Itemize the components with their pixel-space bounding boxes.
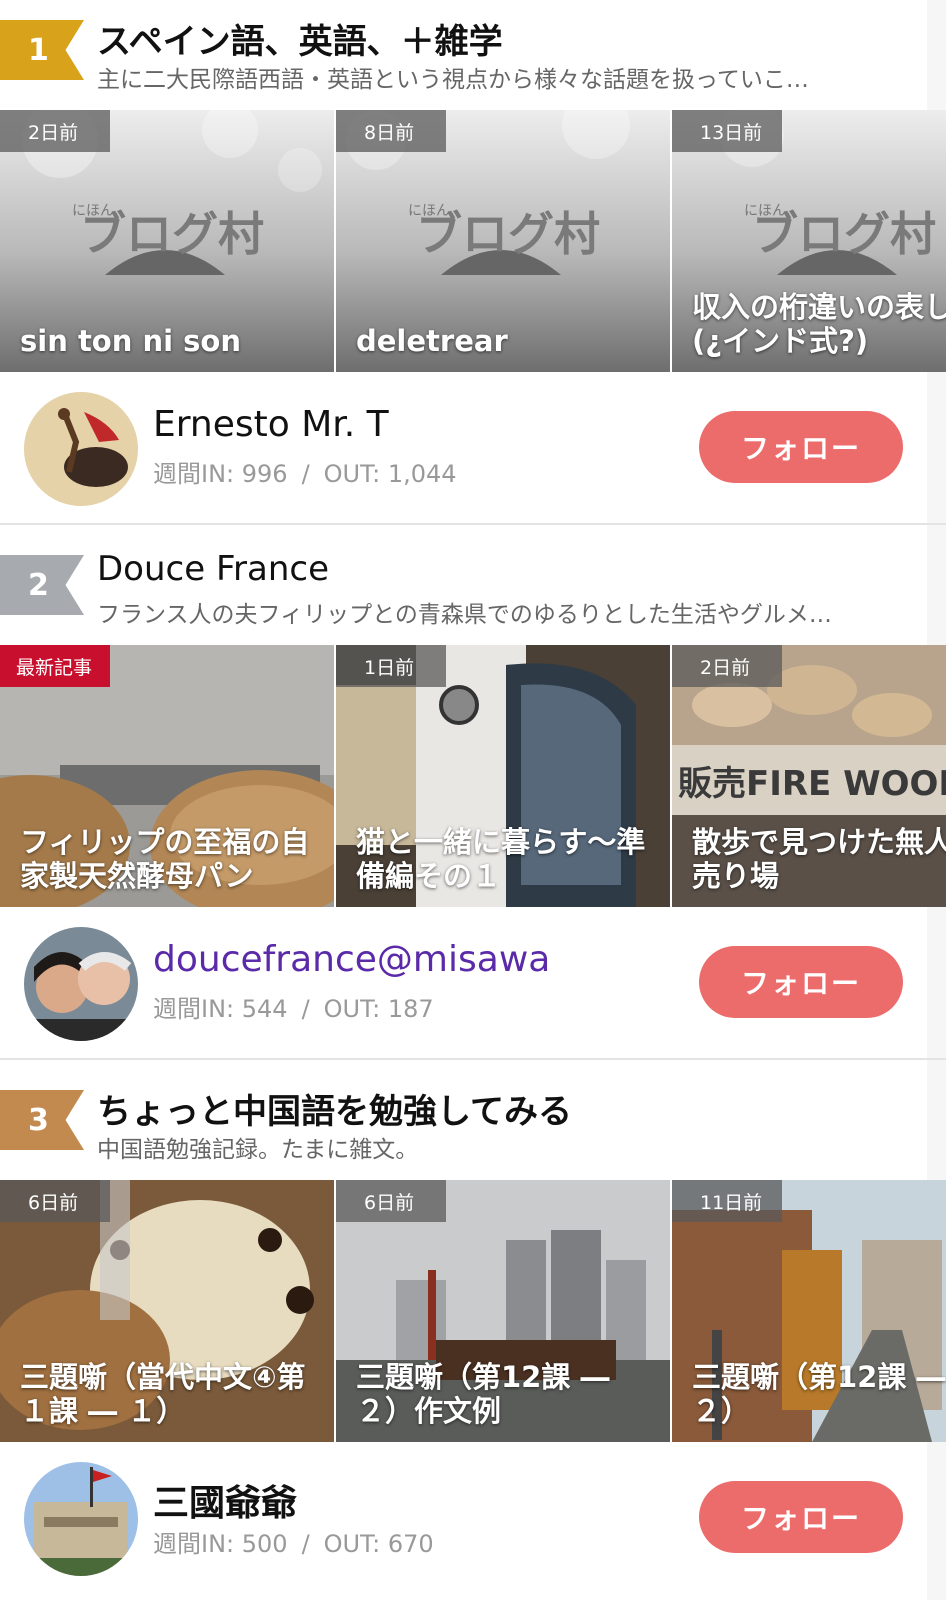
svg-text:ブログ村: ブログ村 xyxy=(80,207,264,261)
stats-separator: / xyxy=(301,995,310,1023)
svg-text:ブログ村: ブログ村 xyxy=(416,207,600,261)
weekly-in: 週間IN: 500 xyxy=(153,1530,288,1558)
author-stats: 週間IN: 544 / OUT: 187 xyxy=(153,989,434,1024)
author-row: doucefrance@misawa 週間IN: 544 / OUT: 187 フォ… xyxy=(0,907,946,1059)
post-age-badge: 2日前 xyxy=(0,110,110,152)
post-card[interactable]: 6日前 三題噺（第12課 ― ２）作文例 xyxy=(336,1180,670,1442)
post-carousel: にほん ブログ村 2日前 sin ton ni son にほん ブログ村 8日前… xyxy=(0,110,946,372)
post-card[interactable]: 6日前 三題噺（當代中文④第１課 ― １） xyxy=(0,1180,334,1442)
post-age-badge: 6日前 xyxy=(336,1180,446,1222)
post-card[interactable]: にほん ブログ村 13日前 収入の桁違いの表し(¿インド式?) xyxy=(672,110,946,372)
blog-header[interactable]: 3 ちょっと中国語を勉強してみる 中国語勉強記録。たまに雑文。 xyxy=(0,1070,946,1180)
post-carousel: 最新記事 フィリップの至福の自家製天然酵母パン 1日前 猫と一緒に暮らす〜準備編… xyxy=(0,645,946,907)
divider xyxy=(0,1058,946,1060)
weekly-out: OUT: 187 xyxy=(323,995,434,1023)
blog-title[interactable]: ちょっと中国語を勉強してみる xyxy=(97,1084,572,1133)
avatar[interactable] xyxy=(24,927,138,1041)
post-age-badge: 13日前 xyxy=(672,110,782,152)
divider xyxy=(0,523,946,525)
rank-badge: 3 xyxy=(0,1090,84,1150)
follow-button[interactable]: フォロー xyxy=(699,411,903,483)
post-card[interactable]: 11日前 三題噺（第12課 ― ２） xyxy=(672,1180,946,1442)
post-title: sin ton ni son xyxy=(20,324,241,358)
blog-description: 主に二大民際語西語・英語という視点から様々な話題を扱っていこ… xyxy=(97,67,809,93)
weekly-out: OUT: 670 xyxy=(323,1530,434,1558)
post-title: 収入の桁違いの表し(¿インド式?) xyxy=(692,290,946,358)
post-age-badge: 1日前 xyxy=(336,645,446,687)
post-age-badge: 8日前 xyxy=(336,110,446,152)
weekly-in: 週間IN: 996 xyxy=(153,460,288,488)
blog-header[interactable]: 1 スペイン語、英語、＋雑学 主に二大民際語西語・英語という視点から様々な話題を… xyxy=(0,0,946,110)
author-name[interactable]: Ernesto Mr. T xyxy=(153,404,389,445)
avatar[interactable] xyxy=(24,392,138,506)
post-card[interactable]: 販売FIRE WOOD SALE 2日前 散歩で見つけた無人売り場 xyxy=(672,645,946,907)
post-title: 散歩で見つけた無人売り場 xyxy=(692,825,946,893)
author-row: Ernesto Mr. T 週間IN: 996 / OUT: 1,044 フォロー xyxy=(0,372,946,524)
author-stats: 週間IN: 996 / OUT: 1,044 xyxy=(153,454,457,489)
weekly-in: 週間IN: 544 xyxy=(153,995,288,1023)
follow-button[interactable]: フォロー xyxy=(699,1481,903,1553)
post-age-badge: 2日前 xyxy=(672,645,782,687)
stats-separator: / xyxy=(301,1530,310,1558)
author-name[interactable]: 三國爺爺 xyxy=(153,1474,297,1526)
post-title: 三題噺（當代中文④第１課 ― １） xyxy=(20,1360,306,1428)
avatar[interactable] xyxy=(24,1462,138,1576)
post-title: 三題噺（第12課 ― ２） xyxy=(692,1360,946,1428)
author-stats: 週間IN: 500 / OUT: 670 xyxy=(153,1524,434,1559)
post-card[interactable]: 1日前 猫と一緒に暮らす〜準備編その１ xyxy=(336,645,670,907)
post-age-badge: 11日前 xyxy=(672,1180,782,1222)
weekly-out: OUT: 1,044 xyxy=(323,460,457,488)
post-title: 猫と一緒に暮らす〜準備編その１ xyxy=(356,825,646,893)
post-card[interactable]: にほん ブログ村 2日前 sin ton ni son xyxy=(0,110,334,372)
blog-description: フランス人の夫フィリップとの青森県でのゆるりとした生活やグルメ… xyxy=(97,602,832,628)
post-title: deletrear xyxy=(356,324,508,358)
post-card[interactable]: 最新記事 フィリップの至福の自家製天然酵母パン xyxy=(0,645,334,907)
latest-post-badge: 最新記事 xyxy=(0,645,110,687)
blog-title[interactable]: Douce France xyxy=(97,549,329,589)
blog-header[interactable]: 2 Douce France フランス人の夫フィリップとの青森県でのゆるりとした… xyxy=(0,535,946,645)
rank-badge: 1 xyxy=(0,20,84,80)
stats-separator: / xyxy=(301,460,310,488)
author-name[interactable]: doucefrance@misawa xyxy=(153,939,550,980)
author-row: 三國爺爺 週間IN: 500 / OUT: 670 フォロー xyxy=(0,1442,946,1594)
post-age-badge: 6日前 xyxy=(0,1180,110,1222)
rank-badge: 2 xyxy=(0,555,84,615)
follow-button[interactable]: フォロー xyxy=(699,946,903,1018)
svg-text:販売FIRE WOOD SALE: 販売FIRE WOOD SALE xyxy=(678,764,946,804)
blog-title[interactable]: スペイン語、英語、＋雑学 xyxy=(97,14,503,63)
post-card[interactable]: にほん ブログ村 8日前 deletrear xyxy=(336,110,670,372)
blog-description: 中国語勉強記録。たまに雑文。 xyxy=(97,1137,419,1163)
post-carousel: 6日前 三題噺（當代中文④第１課 ― １） 6日前 三題噺（第12課 ― ２）作… xyxy=(0,1180,946,1442)
post-title: 三題噺（第12課 ― ２）作文例 xyxy=(356,1360,610,1428)
svg-text:ブログ村: ブログ村 xyxy=(752,207,936,261)
post-title: フィリップの至福の自家製天然酵母パン xyxy=(20,825,310,893)
